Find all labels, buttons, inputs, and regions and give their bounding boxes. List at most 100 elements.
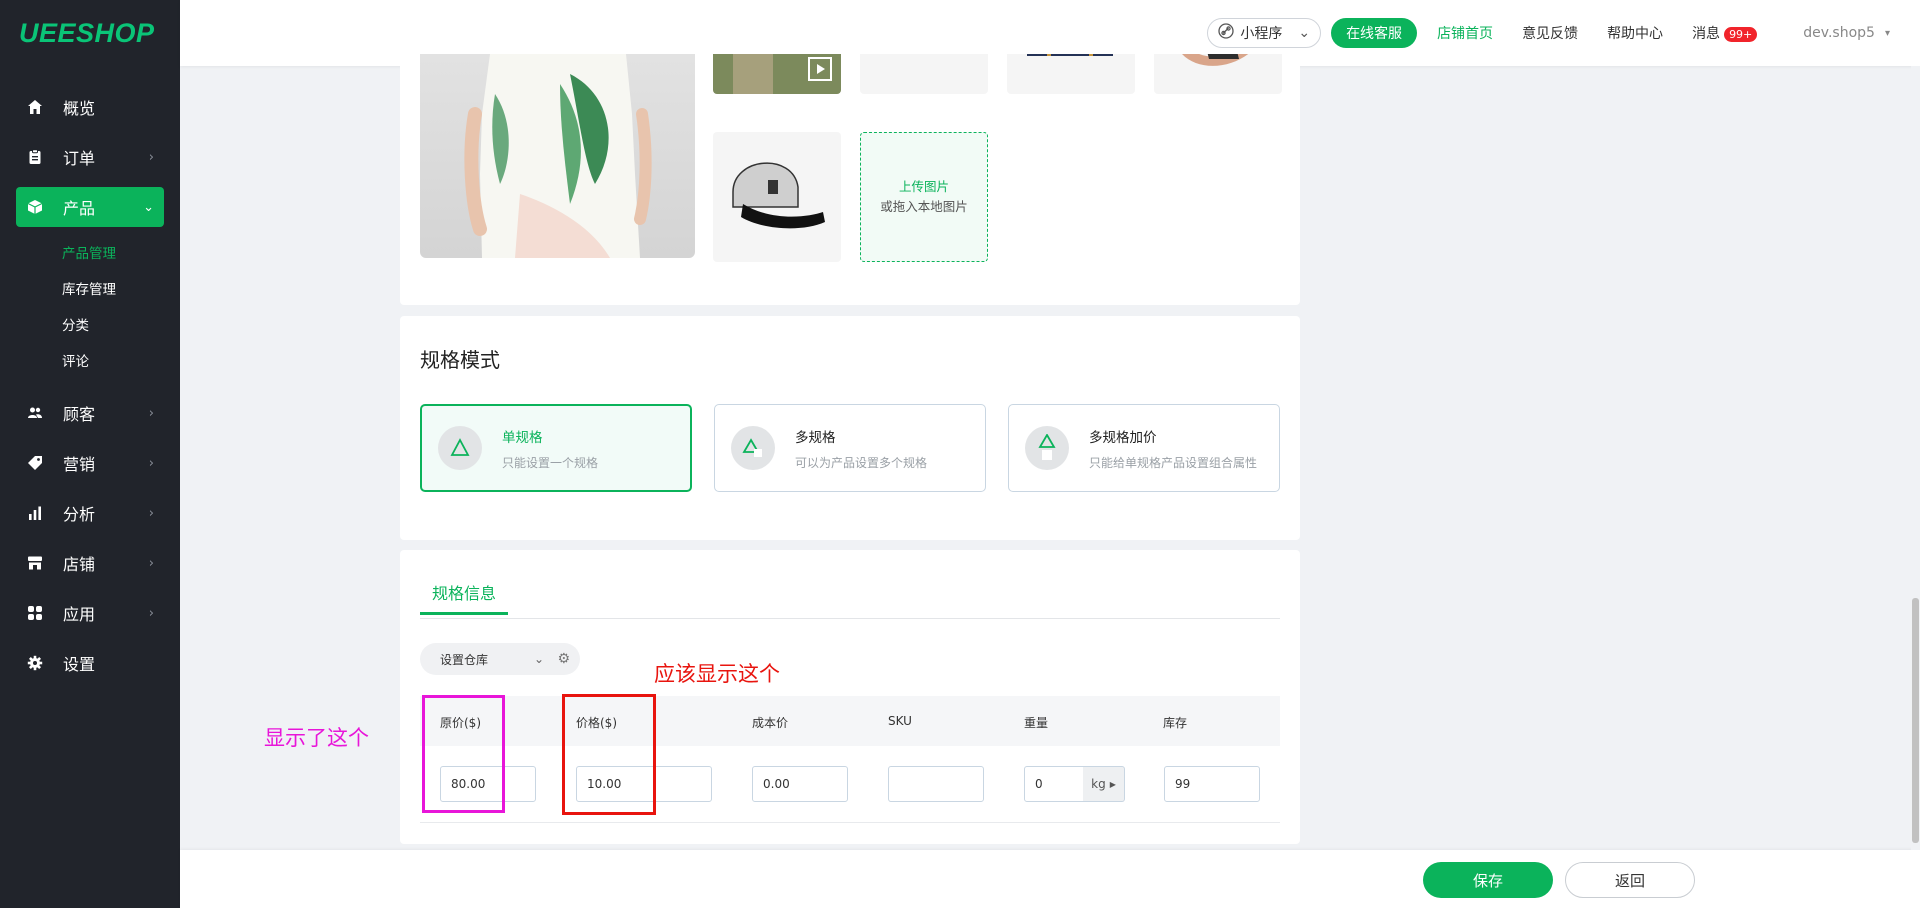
col-weight: 重量 [1024,716,1049,730]
spec-mode-multi-title: 多规格 [795,429,836,446]
users-icon [26,404,44,422]
gear-icon[interactable]: ⚙ [557,651,570,667]
sidebar-item-label: 产品 [63,199,96,218]
sidebar-item-marketing[interactable]: 营销 › [0,438,180,488]
tab-divider [420,618,1280,619]
cost-price-input[interactable]: 0.00 [752,766,848,802]
brand-logo[interactable]: UEESHOP [0,0,180,66]
annotation-box-shown [422,695,505,813]
subnav-reviews[interactable]: 评论 [0,344,180,380]
sidebar: UEESHOP 概览 订单 › 产品 ⌄ 产品管理 库存管理 分类 评论 顾客 … [0,0,180,908]
sidebar-item-label: 分析 [63,505,96,524]
col-sku: SKU [888,714,912,728]
subnav-inventory[interactable]: 库存管理 [0,272,180,308]
spec-mode-multi-markup-desc: 只能给单规格产品设置组合属性 [1089,455,1258,470]
col-stock: 库存 [1163,716,1188,730]
sidebar-item-customers[interactable]: 顾客 › [0,388,180,438]
sku-input[interactable] [888,766,984,802]
sidebar-item-label: 营销 [63,455,96,474]
subnav-category[interactable]: 分类 [0,308,180,344]
sidebar-item-label: 应用 [63,605,96,624]
weight-unit-select[interactable]: kg ▶ [1083,766,1125,802]
clipboard-icon [26,148,44,166]
messages-link[interactable]: 消息 99+ [1692,23,1758,43]
chevron-right-icon: › [148,405,154,421]
user-name: dev.shop5 [1803,25,1875,41]
messages-badge: 99+ [1724,27,1758,42]
row-divider [420,822,1280,823]
online-service-button[interactable]: 在线客服 [1331,18,1418,48]
spec-mode-multi-markup-title: 多规格加价 [1089,429,1157,446]
thumbnail-video[interactable] [713,54,841,94]
main-product-image[interactable] [420,54,695,258]
chevron-down-icon: ⌄ [143,199,154,215]
spec-table-header: 原价($) 价格($) 成本价 SKU 重量 库存 [420,696,1280,746]
spec-mode-title: 规格模式 [420,348,500,372]
sidebar-item-label: 顾客 [63,405,96,424]
sidebar-item-overview[interactable]: 概览 [0,82,180,132]
product-subnav: 产品管理 库存管理 分类 评论 [0,232,180,388]
thumbnail-image-3[interactable] [1007,54,1135,94]
sidebar-item-settings[interactable]: 设置 [0,638,180,688]
sidebar-item-label: 店铺 [63,555,96,574]
sidebar-item-label: 订单 [63,149,96,168]
sidebar-item-apps[interactable]: 应用 › [0,588,180,638]
feedback-link[interactable]: 意见反馈 [1522,23,1578,43]
mini-program-dropdown[interactable]: 小程序 ⌄ [1207,18,1322,48]
stock-input[interactable]: 99 [1164,766,1260,802]
spec-mode-single[interactable]: 单规格 只能设置一个规格 [420,404,692,492]
thumbnail-image-2[interactable] [860,54,988,94]
sidebar-item-label: 概览 [63,99,96,118]
link-icon [1218,23,1234,43]
annotation-box-should-show [562,694,656,815]
header-actions: 小程序 ⌄ 在线客服 店铺首页 意见反馈 帮助中心 消息 99+ dev.shop… [1207,0,1890,66]
apps-icon [26,604,44,622]
chevron-right-icon: › [148,555,154,571]
col-cost: 成本价 [752,716,789,730]
sidebar-item-analytics[interactable]: 分析 › [0,488,180,538]
back-button[interactable]: 返回 [1565,862,1695,898]
spec-mode-multi-desc: 可以为产品设置多个规格 [795,455,928,470]
spec-info-card: 规格信息 设置仓库 ⌄ ⚙ 原价($) 价格($) 成本价 SKU 重量 库存 … [400,550,1300,844]
store-home-link[interactable]: 店铺首页 [1437,23,1493,43]
spec-mode-single-title: 单规格 [502,429,543,446]
chevron-right-icon: › [148,605,154,621]
spec-mode-single-desc: 只能设置一个规格 [502,455,599,470]
sidebar-nav: 概览 订单 › 产品 ⌄ [0,82,180,227]
thumbnail-cap[interactable] [713,132,841,262]
messages-label: 消息 [1692,26,1721,42]
help-center-link[interactable]: 帮助中心 [1607,23,1663,43]
upload-hint: 或拖入本地图片 [880,199,968,214]
chevron-right-icon: › [148,505,154,521]
triangle-square-stack-icon [1025,426,1069,470]
sidebar-item-label: 设置 [63,655,96,674]
warehouse-label: 设置仓库 [440,652,489,667]
chevron-right-icon: › [148,455,154,471]
chevron-down-icon: ⌄ [1298,25,1311,41]
caret-down-icon: ▾ [1884,27,1890,39]
weight-input[interactable]: 0 [1024,766,1084,802]
upload-image-dropzone[interactable]: 上传图片 或拖入本地图片 [860,132,988,262]
sidebar-nav-lower: 顾客 › 营销 › 分析 › 店铺 › 应用 › 设置 [0,388,180,688]
thumbnail-image-4[interactable] [1154,54,1282,94]
tab-spec-info[interactable]: 规格信息 [420,572,509,615]
sidebar-item-products[interactable]: 产品 ⌄ [16,187,164,227]
spec-mode-multi[interactable]: 多规格 可以为产品设置多个规格 [714,404,986,492]
spec-mode-multi-markup[interactable]: 多规格加价 只能给单规格产品设置组合属性 [1008,404,1280,492]
chevron-down-icon: ⌄ [533,652,544,666]
user-menu[interactable]: dev.shop5 ▾ [1803,25,1890,41]
product-images-card: 上传图片 或拖入本地图片 [400,54,1300,305]
weight-unit: kg [1091,777,1106,791]
store-icon [26,554,44,572]
subnav-product-management[interactable]: 产品管理 [0,236,180,272]
upload-label: 上传图片 [898,179,949,194]
box-icon [26,198,44,216]
scrollbar-thumb[interactable] [1912,598,1919,843]
spec-mode-card: 规格模式 单规格 只能设置一个规格 多规格 可以为产品设置多个规格 多规格加价 … [400,316,1300,540]
warehouse-select[interactable]: 设置仓库 ⌄ ⚙ [420,643,580,675]
sidebar-item-orders[interactable]: 订单 › [0,132,180,182]
caret-right-icon: ▶ [1109,779,1116,789]
save-button[interactable]: 保存 [1423,862,1553,898]
sidebar-item-store[interactable]: 店铺 › [0,538,180,588]
home-icon [26,98,44,116]
